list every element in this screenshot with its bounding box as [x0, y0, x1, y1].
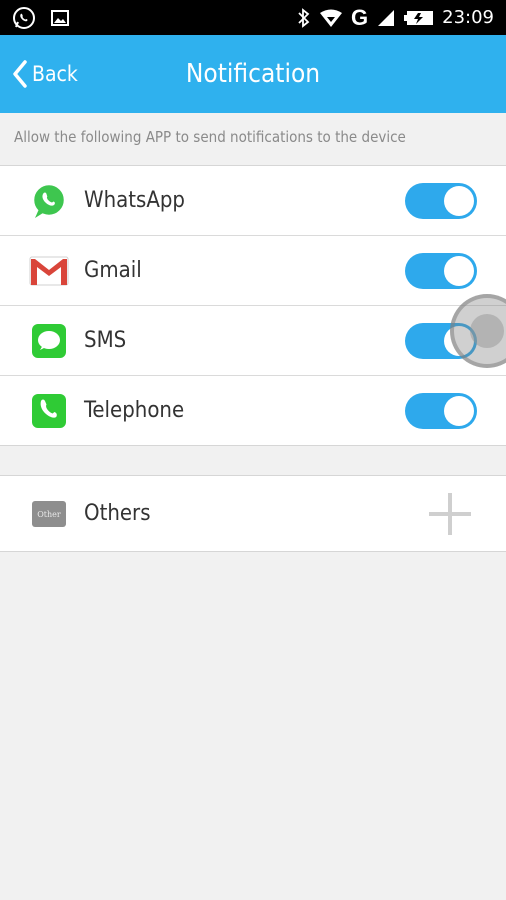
whatsapp-icon [31, 182, 67, 218]
app-label: SMS [84, 328, 127, 353]
plus-icon[interactable] [428, 492, 472, 536]
app-label: Telephone [84, 398, 185, 423]
app-list: WhatsApp Gmail SMS Telephone [0, 165, 506, 446]
app-row-sms: SMS [0, 306, 506, 376]
whatsapp-toggle[interactable] [405, 183, 477, 219]
gmail-toggle[interactable] [405, 253, 477, 289]
gmail-icon [29, 256, 69, 286]
back-label: Back [32, 62, 78, 86]
bluetooth-icon [298, 7, 310, 28]
others-label: Others [84, 501, 151, 526]
app-row-gmail: Gmail [0, 236, 506, 306]
toggle-knob [444, 396, 474, 426]
sms-icon [32, 324, 66, 358]
toggle-knob [444, 186, 474, 216]
telephone-icon [32, 394, 66, 428]
touch-indicator-center [470, 314, 504, 348]
signal-icon [378, 9, 395, 26]
other-app-icon: Other [32, 501, 66, 527]
other-icon-text: Other [37, 510, 61, 519]
back-button[interactable]: Back [12, 57, 78, 91]
wifi-icon [320, 9, 342, 27]
toggle-knob [444, 256, 474, 286]
app-label: WhatsApp [84, 188, 185, 213]
instructions-text: Allow the following APP to send notifica… [14, 128, 406, 146]
app-row-telephone: Telephone [0, 376, 506, 445]
whatsapp-icon [13, 7, 35, 29]
app-row-whatsapp: WhatsApp [0, 166, 506, 236]
status-bar: G 23:09 [0, 0, 506, 35]
image-icon [51, 10, 69, 26]
chevron-left-icon [13, 60, 27, 88]
network-type: G [351, 4, 369, 30]
telephone-toggle[interactable] [405, 393, 477, 429]
clock: 23:09 [442, 7, 494, 28]
app-header: Notification Back [0, 35, 506, 113]
battery-icon [404, 10, 434, 25]
app-label: Gmail [84, 258, 142, 283]
